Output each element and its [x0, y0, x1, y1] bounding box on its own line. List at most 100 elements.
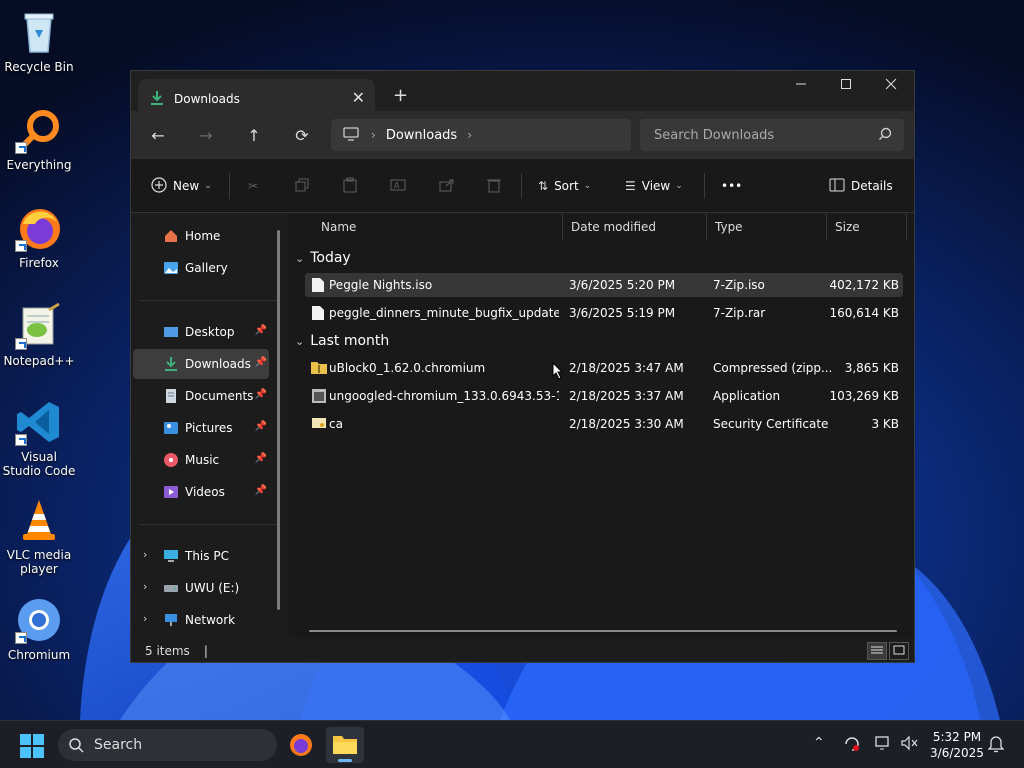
pin-icon[interactable]: 📌	[255, 485, 267, 496]
group-header-last-month[interactable]: ⌄ Last month	[295, 333, 389, 349]
nav-item-music[interactable]: Music 📌	[133, 445, 269, 475]
taskbar-app-firefox[interactable]	[282, 727, 320, 763]
sort-label: Sort	[554, 179, 579, 193]
column-header-date-modified[interactable]: Date modified	[563, 214, 707, 240]
file-type: Compressed (zipp...	[713, 361, 831, 375]
desktop-icon-vlc[interactable]: VLC media player	[2, 496, 76, 576]
clock-time: 5:32 PM	[932, 730, 982, 744]
nav-item-this-pc[interactable]: › This PC	[133, 541, 269, 571]
rename-button[interactable]: A	[390, 175, 406, 197]
horizontal-scrollbar[interactable]	[309, 630, 897, 632]
desktop-icon-everything[interactable]: Everything	[2, 106, 76, 172]
group-header-today[interactable]: ⌄ Today	[295, 250, 351, 266]
nav-item-uwu-drive[interactable]: › UWU (E:)	[133, 573, 269, 603]
close-window-button[interactable]	[868, 71, 914, 101]
pin-icon[interactable]: 📌	[255, 453, 267, 464]
file-row[interactable]: ungoogled-chromium_133.0.6943.53-1.1... …	[305, 384, 903, 408]
pin-icon[interactable]: 📌	[255, 357, 267, 368]
forward-button[interactable]: →	[191, 121, 221, 149]
volume-muted-icon[interactable]	[900, 735, 918, 755]
column-header-type[interactable]: Type	[707, 214, 827, 240]
nav-item-network[interactable]: › Network	[133, 605, 269, 635]
group-label: Today	[310, 250, 351, 266]
view-button[interactable]: ☰ View ⌄	[625, 175, 683, 197]
file-explorer-window[interactable]: Downloads ✕ + ← → ↑ ⟳ › Downloads › Sear…	[130, 70, 915, 663]
new-tab-button[interactable]: +	[393, 85, 408, 106]
file-icon	[311, 277, 325, 293]
maximize-icon	[840, 78, 852, 94]
notifications-bell-icon[interactable]	[987, 735, 1005, 757]
share-button[interactable]	[439, 175, 455, 197]
mouse-cursor-icon	[552, 361, 564, 383]
taskbar-app-file-explorer[interactable]	[326, 727, 364, 763]
divider	[139, 524, 279, 525]
taskbar-search-box[interactable]: Search	[58, 729, 277, 761]
nav-item-downloads[interactable]: Downloads 📌	[133, 349, 269, 379]
desktop-icon-vscode[interactable]: Visual Studio Code	[2, 398, 76, 478]
zip-folder-icon	[311, 360, 327, 376]
chevron-right-icon[interactable]: ›	[143, 580, 147, 593]
taskbar-clock[interactable]: 5:32 PM 3/6/2025	[930, 729, 984, 761]
copy-button[interactable]	[295, 175, 309, 197]
show-hidden-icons-button[interactable]: ⌃	[813, 735, 825, 751]
nav-item-gallery[interactable]: Gallery	[133, 253, 269, 283]
refresh-button[interactable]: ⟳	[287, 121, 317, 149]
network-status-icon[interactable]	[874, 735, 892, 755]
cut-button[interactable]: ✂	[248, 175, 258, 197]
search-input[interactable]: Search Downloads	[640, 119, 904, 151]
tiles-view-toggle[interactable]	[889, 642, 909, 660]
nav-item-desktop[interactable]: Desktop 📌	[133, 317, 269, 347]
chevron-right-icon[interactable]: ›	[371, 128, 376, 142]
chevron-right-icon[interactable]: ›	[143, 612, 147, 625]
pin-icon[interactable]: 📌	[255, 389, 267, 400]
desktop-icon-label: VLC media player	[6, 548, 72, 576]
vscode-icon	[15, 398, 63, 446]
desktop-icon-notepad-plus-plus[interactable]: Notepad++	[2, 302, 76, 368]
minimize-button[interactable]	[778, 71, 824, 101]
navigation-pane: Home Gallery Desktop 📌 Downloads 📌 Docum…	[131, 214, 286, 638]
nav-label: UWU (E:)	[185, 581, 240, 595]
delete-button[interactable]	[487, 175, 501, 197]
column-header-size[interactable]: Size	[827, 214, 907, 240]
column-header-name[interactable]: Name	[313, 214, 563, 240]
chevron-right-icon[interactable]: ›	[467, 128, 472, 142]
new-button[interactable]: New ⌄	[151, 175, 212, 197]
chevron-down-icon: ⌄	[204, 181, 212, 191]
paste-button[interactable]	[343, 175, 357, 197]
monitor-icon	[343, 126, 359, 144]
details-view-toggle[interactable]	[867, 642, 887, 660]
nav-item-pictures[interactable]: Pictures 📌	[133, 413, 269, 443]
copy-icon	[295, 178, 309, 195]
chevron-right-icon[interactable]: ›	[143, 548, 147, 561]
up-button[interactable]: ↑	[239, 121, 269, 149]
nav-item-home[interactable]: Home	[133, 221, 269, 251]
desktop-icon-recycle-bin[interactable]: Recycle Bin	[2, 8, 76, 74]
more-options-button[interactable]: •••	[721, 175, 742, 197]
drive-icon	[163, 580, 179, 596]
nav-item-videos[interactable]: Videos 📌	[133, 477, 269, 507]
breadcrumb-downloads[interactable]: Downloads	[386, 128, 457, 143]
file-row[interactable]: peggle_dinners_minute_bugfix_update.rar …	[305, 301, 903, 325]
pin-icon[interactable]: 📌	[255, 325, 267, 336]
file-row[interactable]: ca 2/18/2025 3:30 AM Security Certificat…	[305, 412, 903, 436]
start-button[interactable]	[20, 734, 44, 761]
pin-icon[interactable]: 📌	[255, 421, 267, 432]
list-view-icon: ☰	[625, 179, 636, 193]
file-row[interactable]: uBlock0_1.62.0.chromium 2/18/2025 3:47 A…	[305, 356, 903, 380]
desktop-icon-chromium[interactable]: Chromium	[2, 596, 76, 662]
file-type: Security Certificate	[713, 417, 829, 431]
close-tab-icon[interactable]: ✕	[352, 88, 365, 107]
breadcrumb[interactable]: › Downloads ›	[331, 119, 631, 151]
file-row[interactable]: Peggle Nights.iso 3/6/2025 5:20 PM 7-Zip…	[305, 273, 903, 297]
nav-item-documents[interactable]: Documents 📌	[133, 381, 269, 411]
desktop-icon-label: Everything	[6, 158, 72, 172]
desktop-icon-firefox[interactable]: Firefox	[2, 204, 76, 270]
nav-scrollbar[interactable]	[277, 230, 280, 610]
sort-button[interactable]: ⇅ Sort ⌄	[538, 175, 591, 197]
command-bar: New ⌄ ✂ A ⇅ Sort ⌄ ☰ View ⌄ ••• Details	[131, 159, 914, 213]
maximize-button[interactable]	[823, 71, 869, 101]
details-pane-button[interactable]: Details	[829, 175, 893, 197]
back-button[interactable]: ←	[143, 121, 173, 149]
update-status-icon[interactable]	[843, 735, 861, 757]
new-label: New	[173, 179, 200, 193]
